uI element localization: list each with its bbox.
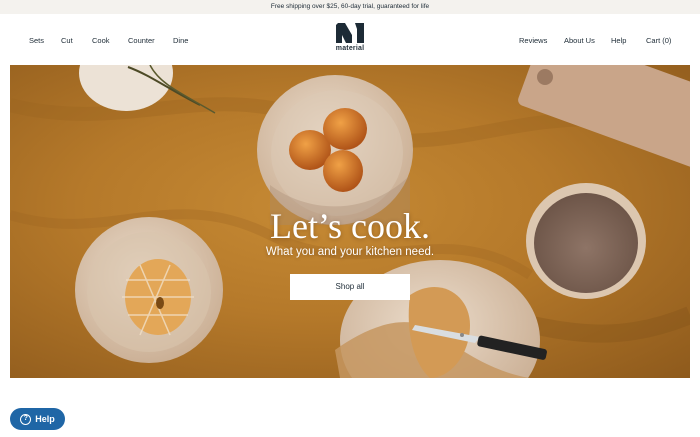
announcement-bar: Free shipping over $25, 60-day trial, gu…	[0, 0, 700, 14]
nav-link-cart[interactable]: Cart (0)	[646, 36, 671, 45]
hero-title: Let’s cook.	[270, 206, 430, 246]
nav-link-reviews[interactable]: Reviews	[519, 36, 547, 45]
nav-link-cook[interactable]: Cook	[92, 36, 110, 45]
question-circle-icon: ?	[20, 413, 32, 425]
help-widget-button[interactable]: ? Help	[10, 408, 65, 430]
help-widget-label: Help	[35, 414, 55, 424]
nav-link-dine[interactable]: Dine	[173, 36, 188, 45]
main-nav: Sets Cut Cook Counter Dine material Revi…	[0, 14, 700, 65]
brand-logo[interactable]: material	[330, 23, 370, 57]
announcement-text: Free shipping over $25, 60-day trial, gu…	[270, 3, 430, 10]
nav-link-counter[interactable]: Counter	[128, 36, 155, 45]
hero-banner: Let’s cook. What you and your kitchen ne…	[10, 65, 690, 378]
hero-subtitle: What you and your kitchen need.	[265, 246, 435, 258]
nav-link-help[interactable]: Help	[611, 36, 626, 45]
shop-all-button[interactable]: Shop all	[290, 274, 410, 300]
nav-link-cut[interactable]: Cut	[61, 36, 73, 45]
nav-link-sets[interactable]: Sets	[29, 36, 44, 45]
logo-m-icon	[336, 23, 364, 43]
logo-wordmark: material	[335, 45, 365, 52]
nav-link-about-us[interactable]: About Us	[564, 36, 595, 45]
